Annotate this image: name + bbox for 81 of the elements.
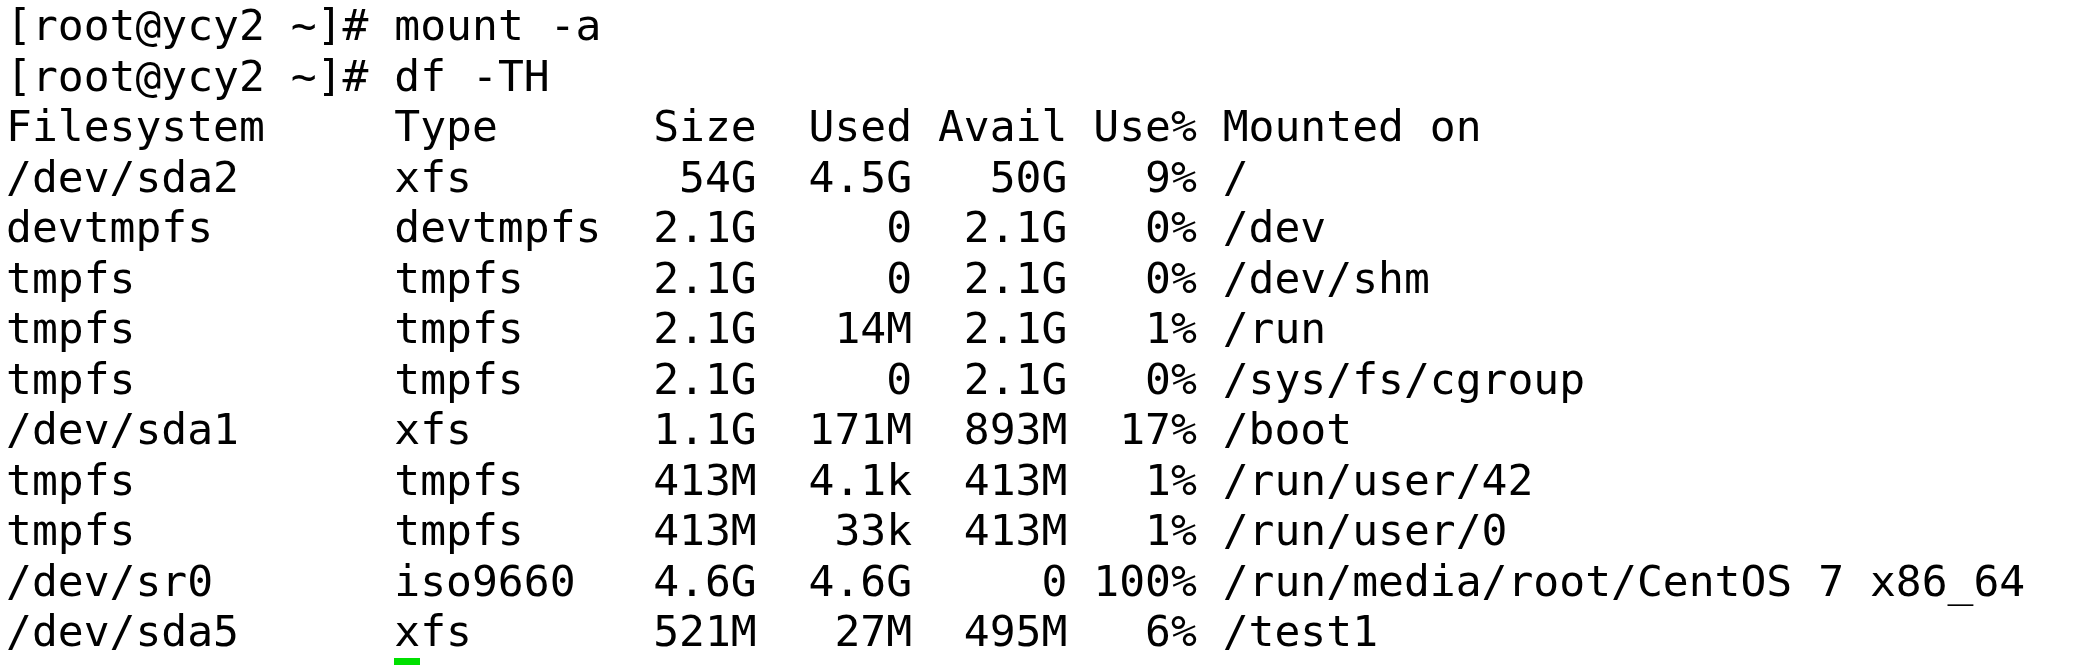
- table-cell: 1%: [1145, 505, 1197, 556]
- column-header: Used: [808, 101, 913, 152]
- table-cell: devtmpfs: [394, 202, 602, 253]
- table-cell: 54G: [679, 151, 757, 202]
- column-header: Filesystem: [6, 101, 265, 152]
- table-cell: 2.1G: [963, 303, 1068, 354]
- table-cell: 0%: [1145, 202, 1197, 253]
- table-cell: tmpfs: [394, 353, 524, 404]
- shell-prompt: [root@ycy2 ~]#: [6, 50, 369, 101]
- table-cell: /dev/sr0: [6, 555, 214, 606]
- table-cell: tmpfs: [394, 252, 524, 303]
- table-cell: 0: [1041, 555, 1068, 606]
- table-cell: 2.1G: [653, 303, 757, 354]
- table-cell: 9%: [1145, 151, 1197, 202]
- table-cell: 17%: [1119, 404, 1197, 455]
- table-cell: 0%: [1145, 252, 1197, 303]
- table-cell: tmpfs: [6, 505, 136, 556]
- table-cell: 4.6G: [653, 555, 757, 606]
- shell-prompt: [root@ycy2 ~]#: [6, 0, 369, 51]
- table-cell: 4.6G: [808, 555, 913, 606]
- table-cell: 4.1k: [808, 454, 913, 505]
- table-cell: tmpfs: [6, 252, 136, 303]
- table-cell: 2.1G: [963, 202, 1068, 253]
- table-cell: 2.1G: [653, 202, 757, 253]
- table-cell: 893M: [963, 404, 1068, 455]
- table-cell: 33k: [834, 505, 913, 556]
- table-cell: 1%: [1145, 303, 1197, 354]
- table-cell: 0%: [1145, 353, 1197, 404]
- table-cell: /test1: [1222, 606, 1379, 657]
- table-cell: 495M: [963, 606, 1068, 657]
- table-cell: 171M: [808, 404, 913, 455]
- command-text: mount -a: [394, 0, 602, 51]
- command-text: df -TH: [394, 50, 550, 101]
- table-cell: 413M: [963, 505, 1068, 556]
- table-cell: tmpfs: [394, 454, 524, 505]
- table-cell: /dev/sda2: [6, 151, 239, 202]
- table-cell: /: [1222, 151, 1249, 202]
- table-cell: 100%: [1093, 555, 1197, 606]
- table-cell: devtmpfs: [6, 202, 214, 253]
- table-cell: tmpfs: [394, 505, 524, 556]
- table-cell: /sys/fs/cgroup: [1222, 353, 1586, 404]
- table-cell: 2.1G: [653, 353, 757, 404]
- table-cell: 1%: [1145, 454, 1197, 505]
- column-header: Mounted on: [1222, 101, 1482, 152]
- table-cell: 0: [886, 252, 913, 303]
- table-cell: tmpfs: [6, 454, 136, 505]
- table-cell: 2.1G: [653, 252, 757, 303]
- table-cell: tmpfs: [394, 303, 524, 354]
- table-cell: xfs: [394, 151, 472, 202]
- table-cell: /dev/sda5: [6, 606, 239, 657]
- table-cell: /boot: [1222, 404, 1353, 455]
- table-cell: tmpfs: [6, 303, 136, 354]
- table-cell: /run/user/0: [1222, 505, 1508, 556]
- column-header: Type: [394, 101, 498, 152]
- table-cell: /run/user/42: [1222, 454, 1534, 505]
- table-cell: xfs: [394, 606, 472, 657]
- table-cell: 413M: [653, 454, 757, 505]
- column-header: Size: [653, 101, 757, 152]
- table-cell: tmpfs: [6, 353, 136, 404]
- table-cell: /dev/shm: [1222, 252, 1430, 303]
- table-cell: 0: [886, 353, 913, 404]
- table-cell: 27M: [834, 606, 913, 657]
- table-cell: 0: [886, 202, 913, 253]
- table-cell: /dev/sda1: [6, 404, 239, 455]
- table-cell: 2.1G: [963, 252, 1068, 303]
- table-cell: 4.5G: [808, 151, 913, 202]
- table-cell: iso9660: [394, 555, 576, 606]
- table-cell: 50G: [989, 151, 1068, 202]
- table-cell: xfs: [394, 404, 472, 455]
- table-cell: 413M: [963, 454, 1068, 505]
- table-cell: /dev: [1222, 202, 1327, 253]
- table-cell: 2.1G: [963, 353, 1068, 404]
- table-cell: 1.1G: [653, 404, 757, 455]
- column-header: Avail: [937, 101, 1068, 152]
- table-cell: 6%: [1145, 606, 1197, 657]
- table-cell: 521M: [653, 606, 757, 657]
- table-cell: /run: [1222, 303, 1327, 354]
- column-header: Use%: [1093, 101, 1197, 152]
- table-cell: /run/media/root/CentOS 7 x86_64: [1222, 555, 2026, 606]
- table-cell: 14M: [834, 303, 913, 354]
- table-cell: 413M: [653, 505, 757, 556]
